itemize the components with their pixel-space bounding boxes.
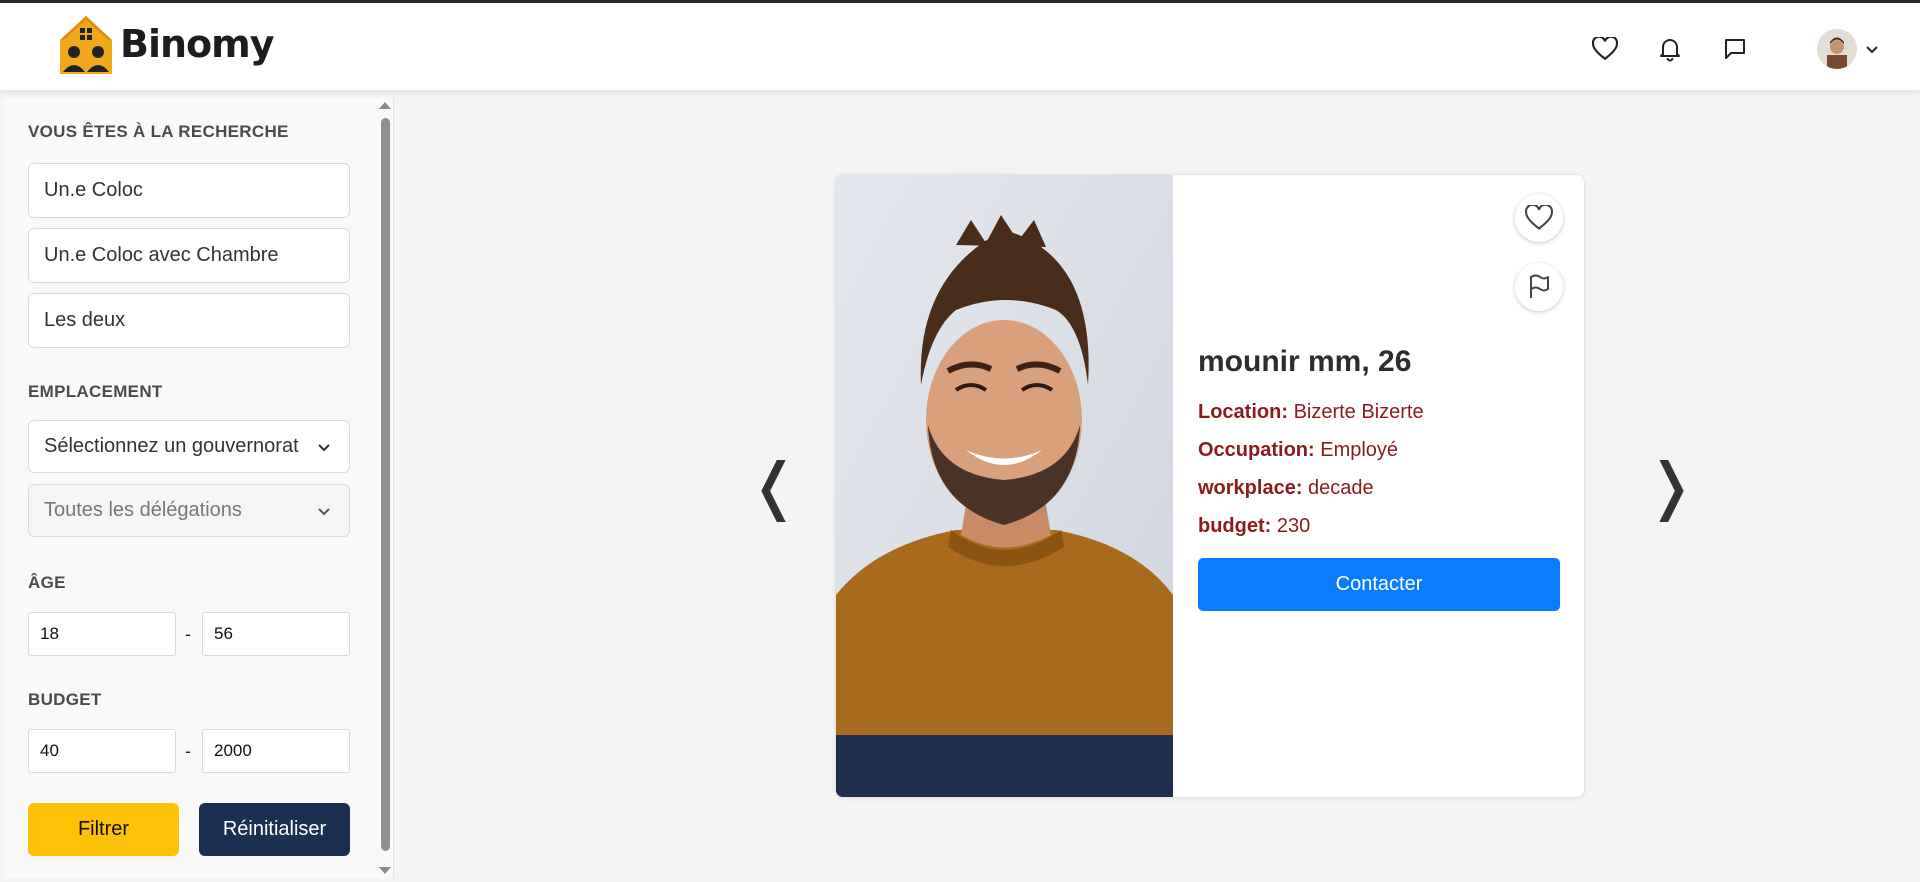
scroll-down-arrow-icon[interactable] <box>379 867 391 874</box>
brand-logo[interactable]: Binomy <box>58 14 275 74</box>
search-type-title: VOUS ÊTES À LA RECHERCHE <box>28 122 289 141</box>
heart-icon <box>1592 37 1618 61</box>
sidebar-scrollbar[interactable] <box>376 98 392 878</box>
budget-max-input[interactable]: 2000 <box>202 729 350 773</box>
navbar-actions <box>1590 29 1879 69</box>
brand-name: Binomy <box>120 22 275 66</box>
age-max-input[interactable]: 56 <box>202 612 350 656</box>
profile-info: mounir mm, 26 Location: Bizerte Bizerte … <box>1198 345 1560 611</box>
reset-button[interactable]: Réinitialiser <box>199 803 350 856</box>
favorite-profile-button[interactable] <box>1515 194 1563 242</box>
profile-location: Location: Bizerte Bizerte <box>1198 401 1560 424</box>
location-value: Bizerte Bizerte <box>1293 401 1424 423</box>
profile-card: mounir mm, 26 Location: Bizerte Bizerte … <box>835 174 1585 798</box>
filter-sidebar: VOUS ÊTES À LA RECHERCHE Un.e Coloc Un.e… <box>4 98 394 878</box>
report-profile-button[interactable] <box>1515 263 1563 311</box>
workplace-value: decade <box>1308 477 1374 499</box>
gouvernorat-select-value: Sélectionnez un gouvernorat <box>44 435 299 457</box>
location-label: Location: <box>1198 401 1288 423</box>
age-separator: - <box>185 624 191 644</box>
occupation-label: Occupation: <box>1198 439 1315 461</box>
chevron-down-icon <box>318 507 330 515</box>
budget-title: BUDGET <box>28 690 102 709</box>
scroll-thumb[interactable] <box>381 118 390 851</box>
budget-min-input[interactable]: 40 <box>28 729 176 773</box>
chat-icon <box>1725 39 1745 59</box>
carousel-prev-button[interactable]: ❬ <box>748 455 800 517</box>
delegation-select[interactable]: Toutes les délégations <box>28 484 350 537</box>
filter-button[interactable]: Filtrer <box>28 803 179 856</box>
search-option-both[interactable]: Les deux <box>28 293 350 348</box>
top-navbar: Binomy <box>0 3 1920 90</box>
gouvernorat-select[interactable]: Sélectionnez un gouvernorat <box>28 420 350 473</box>
search-option-coloc[interactable]: Un.e Coloc <box>28 163 350 218</box>
age-title: ÂGE <box>28 573 66 592</box>
house-logo-icon <box>60 16 112 74</box>
chevron-down-icon <box>318 443 330 451</box>
chevron-down-icon <box>1866 46 1878 54</box>
heart-icon <box>1525 205 1553 230</box>
favorites-button[interactable] <box>1590 34 1620 64</box>
profile-budget: budget: 230 <box>1198 515 1560 538</box>
avatar <box>1817 29 1857 69</box>
user-menu[interactable] <box>1817 29 1879 69</box>
occupation-value: Employé <box>1320 439 1399 461</box>
delegation-select-value: Toutes les délégations <box>44 499 242 521</box>
budget-separator: - <box>185 741 191 761</box>
location-title: EMPLACEMENT <box>28 382 163 401</box>
profile-workplace: workplace: decade <box>1198 477 1560 500</box>
profile-name-age: mounir mm, 26 <box>1198 345 1412 378</box>
contact-button[interactable]: Contacter <box>1198 558 1560 611</box>
messages-button[interactable] <box>1720 34 1750 64</box>
budget-value: 230 <box>1276 515 1311 537</box>
notifications-button[interactable] <box>1655 34 1685 64</box>
profile-occupation: Occupation: Employé <box>1198 439 1560 462</box>
age-min-input[interactable]: 18 <box>28 612 176 656</box>
bell-icon <box>1660 39 1680 62</box>
carousel-next-button[interactable]: ❭ <box>1645 455 1697 517</box>
budget-label: budget: <box>1198 515 1272 537</box>
profile-photo <box>836 175 1173 797</box>
search-option-coloc-chambre[interactable]: Un.e Coloc avec Chambre <box>28 228 350 283</box>
scroll-up-arrow-icon[interactable] <box>379 102 391 109</box>
flag-icon <box>1530 274 1549 298</box>
workplace-label: workplace: <box>1198 477 1303 499</box>
